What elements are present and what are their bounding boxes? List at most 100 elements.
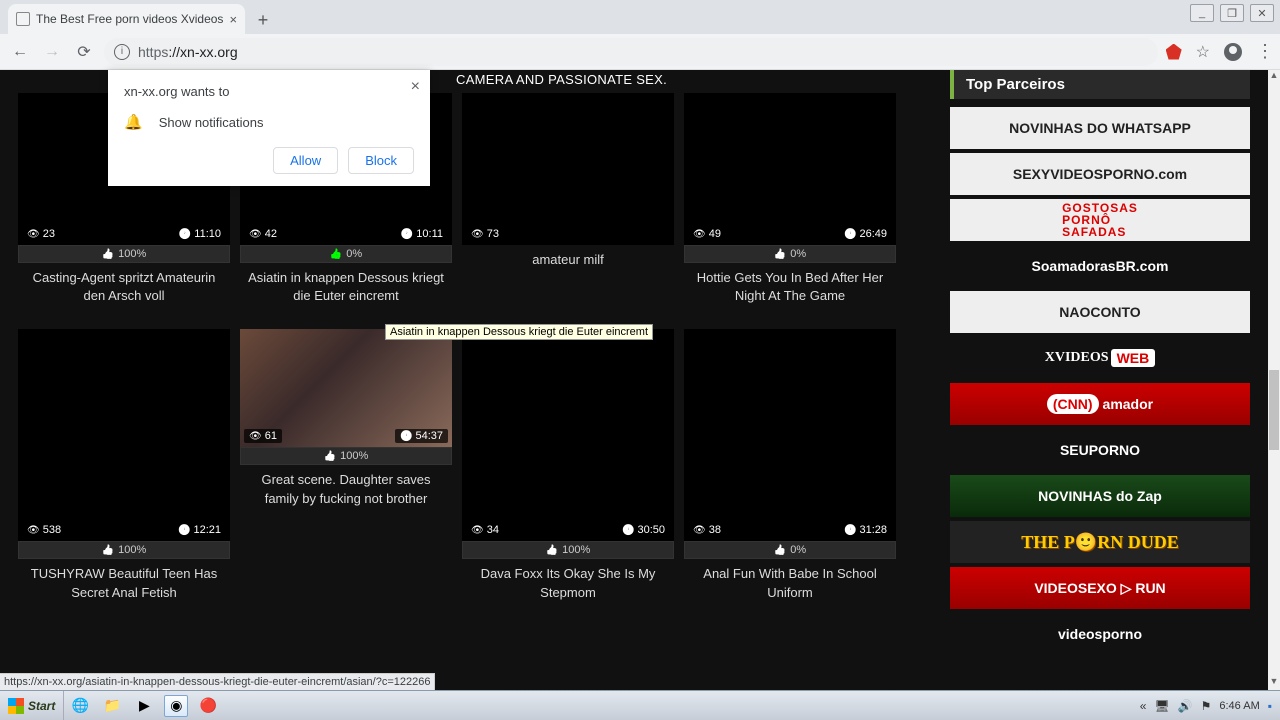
- partner-banner[interactable]: GOSTOSASPORNÔSAFADAS: [950, 199, 1250, 241]
- notification-permission-popup: × xn-xx.org wants to 🔔 Show notification…: [108, 70, 430, 186]
- partner-banner[interactable]: (CNN)amador: [950, 383, 1250, 425]
- sidebar: Top Parceiros NOVINHAS DO WHATSAPPSEXYVI…: [950, 70, 1250, 659]
- tray-volume-icon[interactable]: 🔊: [1178, 699, 1193, 713]
- partner-banner[interactable]: NAOCONTO: [950, 291, 1250, 333]
- system-tray: « 🖥 🔊 ⚑ 6:46 AM ▪: [1132, 699, 1280, 713]
- duration-badge: 10:11: [396, 227, 448, 241]
- taskbar-chrome-icon[interactable]: ◉: [164, 695, 188, 717]
- taskbar-explorer-icon[interactable]: 📁: [100, 695, 124, 717]
- taskbar-ie-icon[interactable]: 🌐: [68, 695, 92, 717]
- partner-banner[interactable]: videosporno: [950, 613, 1250, 655]
- tab-close-icon[interactable]: ×: [229, 12, 237, 27]
- window-maximize-button[interactable]: ❐: [1220, 4, 1244, 22]
- thumb-up-icon: [330, 248, 342, 260]
- rating-bar: 100%: [18, 245, 230, 263]
- partner-list: NOVINHAS DO WHATSAPPSEXYVIDEOSPORNO.comG…: [950, 107, 1250, 655]
- tray-clock[interactable]: 6:46 AM: [1219, 700, 1259, 712]
- popup-message: Show notifications: [159, 115, 264, 130]
- vertical-scrollbar[interactable]: ▲ ▼: [1268, 70, 1280, 690]
- views-badge: 538: [22, 523, 66, 537]
- browser-tab[interactable]: The Best Free porn videos Xvideos ×: [8, 4, 245, 34]
- address-bar[interactable]: i https://xn-xx.org: [104, 38, 1158, 66]
- duration-badge: 30:50: [617, 523, 670, 537]
- allow-button[interactable]: Allow: [273, 147, 338, 174]
- bell-icon: 🔔: [124, 113, 143, 131]
- video-thumbnail[interactable]: 49 26:49: [684, 93, 896, 245]
- rating-bar: 0%: [684, 245, 896, 263]
- tray-desktop-icon[interactable]: ▪: [1268, 699, 1272, 713]
- url-scheme: https: [138, 44, 168, 60]
- popup-close-icon[interactable]: ×: [411, 78, 420, 96]
- status-bar-link: https://xn-xx.org/asiatin-in-knappen-des…: [0, 673, 435, 690]
- duration-badge: 54:37: [395, 429, 448, 443]
- tray-network-icon[interactable]: 🖥: [1154, 699, 1169, 713]
- new-tab-button[interactable]: +: [249, 6, 277, 34]
- extension-icon[interactable]: [1166, 44, 1182, 60]
- windows-taskbar: Start 🌐 📁 ▶ ◉ 🔴 « 🖥 🔊 ⚑ 6:46 AM ▪: [0, 690, 1280, 720]
- scroll-down-arrow[interactable]: ▼: [1268, 676, 1280, 690]
- window-close-button[interactable]: ✕: [1250, 4, 1274, 22]
- profile-avatar-icon[interactable]: [1224, 43, 1242, 61]
- duration-badge: 26:49: [839, 227, 892, 241]
- scroll-thumb[interactable]: [1269, 370, 1279, 450]
- link-tooltip: Asiatin in knappen Dessous kriegt die Eu…: [385, 324, 653, 340]
- video-card[interactable]: 73amateur milf: [462, 93, 674, 311]
- views-badge: 73: [466, 227, 504, 241]
- views-badge: 23: [22, 227, 60, 241]
- rating-bar: 100%: [240, 447, 452, 465]
- partner-banner[interactable]: THE P🙂RN DUDE: [950, 521, 1250, 563]
- partner-banner[interactable]: NOVINHAS do Zap: [950, 475, 1250, 517]
- popup-origin-text: xn-xx.org wants to: [124, 84, 414, 99]
- partner-banner[interactable]: SoamadorasBR.com: [950, 245, 1250, 287]
- rating-bar: 100%: [18, 541, 230, 559]
- taskbar-media-icon[interactable]: ▶: [132, 695, 156, 717]
- thumb-up-icon: [774, 544, 786, 556]
- tray-expand-icon[interactable]: «: [1140, 699, 1147, 713]
- rating-bar: 0%: [240, 245, 452, 263]
- sidebar-header: Top Parceiros: [950, 70, 1250, 99]
- views-badge: 49: [688, 227, 726, 241]
- tray-flag-icon[interactable]: ⚑: [1201, 699, 1212, 713]
- video-card[interactable]: 38 31:28 0%Anal Fun With Babe In School …: [684, 329, 896, 607]
- video-card[interactable]: 34 30:50 100%Dava Foxx Its Okay She Is M…: [462, 329, 674, 607]
- start-label: Start: [28, 699, 55, 713]
- window-controls: _ ❐ ✕: [1190, 4, 1274, 22]
- video-title: Dava Foxx Its Okay She Is My Stepmom: [462, 559, 674, 607]
- video-card[interactable]: 538 12:21 100%TUSHYRAW Beautiful Teen Ha…: [18, 329, 230, 607]
- site-info-icon[interactable]: i: [114, 44, 130, 60]
- browser-titlebar: The Best Free porn videos Xvideos × + _ …: [0, 0, 1280, 34]
- partner-banner[interactable]: SEXYVIDEOSPORNO.com: [950, 153, 1250, 195]
- partner-banner[interactable]: NOVINHAS DO WHATSAPP: [950, 107, 1250, 149]
- video-thumbnail[interactable]: 73: [462, 93, 674, 245]
- video-thumbnail[interactable]: 38 31:28: [684, 329, 896, 541]
- views-badge: 42: [244, 227, 282, 241]
- reload-button[interactable]: ⟳: [72, 40, 96, 64]
- partner-banner[interactable]: XVIDEOSWEB: [950, 337, 1250, 379]
- scroll-up-arrow[interactable]: ▲: [1268, 70, 1280, 84]
- partner-banner[interactable]: VIDEOSEXO ▷ RUN: [950, 567, 1250, 609]
- video-grid-row-2: 538 12:21 100%TUSHYRAW Beautiful Teen Ha…: [18, 329, 926, 607]
- video-thumbnail[interactable]: 538 12:21: [18, 329, 230, 541]
- taskbar-app-icon[interactable]: 🔴: [196, 695, 220, 717]
- bookmark-star-icon[interactable]: ☆: [1196, 42, 1210, 62]
- tab-title: The Best Free porn videos Xvideos: [36, 12, 223, 26]
- tab-favicon: [16, 12, 30, 26]
- block-button[interactable]: Block: [348, 147, 414, 174]
- back-button[interactable]: ←: [8, 40, 32, 64]
- video-card[interactable]: 49 26:49 0%Hottie Gets You In Bed After …: [684, 93, 896, 311]
- video-title: Casting-Agent spritzt Amateurin den Arsc…: [18, 263, 230, 311]
- browser-menu-icon[interactable]: ⋮: [1256, 41, 1272, 62]
- partner-banner[interactable]: SEUPORNO: [950, 429, 1250, 471]
- video-thumbnail[interactable]: 61 54:37: [240, 329, 452, 447]
- window-minimize-button[interactable]: _: [1190, 4, 1214, 22]
- start-button[interactable]: Start: [0, 691, 64, 720]
- thumb-up-icon: [102, 248, 114, 260]
- video-title: Asiatin in knappen Dessous kriegt die Eu…: [240, 263, 452, 311]
- video-thumbnail[interactable]: 34 30:50: [462, 329, 674, 541]
- views-badge: 34: [466, 523, 504, 537]
- thumb-up-icon: [774, 248, 786, 260]
- video-card[interactable]: 61 54:37 100%Great scene. Daughter saves…: [240, 329, 452, 607]
- duration-badge: 11:10: [174, 227, 226, 241]
- forward-button[interactable]: →: [40, 40, 64, 64]
- windows-logo-icon: [8, 698, 24, 714]
